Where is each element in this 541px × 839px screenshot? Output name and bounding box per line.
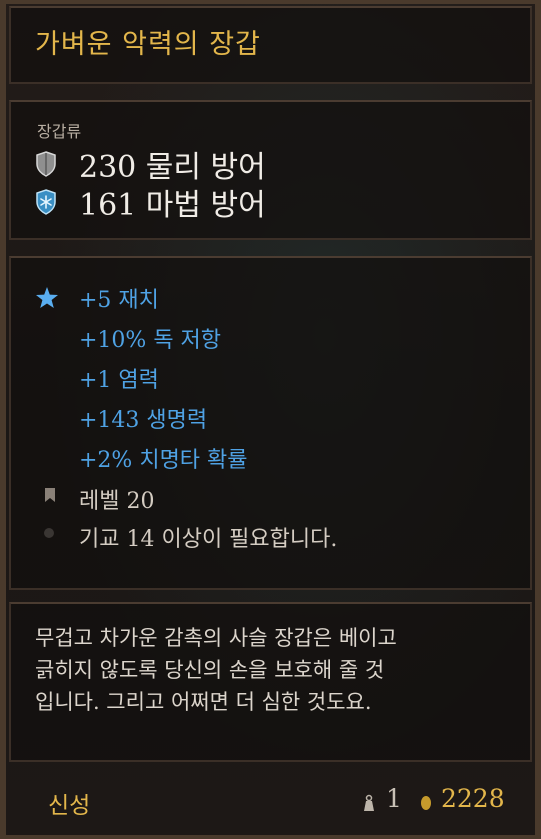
snowflake-shield-icon bbox=[36, 189, 56, 215]
item-category: 장갑류 bbox=[37, 122, 82, 141]
description-line: 입니다. 그리고 어쩌면 더 심한 것도요. bbox=[35, 690, 372, 714]
modifiers-panel: +5 재치 +10% 독 저항 +1 염력 +143 생명력 +2% 치명타 확… bbox=[9, 256, 532, 590]
star-icon bbox=[36, 287, 58, 308]
item-weight: 1 bbox=[386, 784, 402, 813]
item-description: 무겁고 차가운 감촉의 사슬 장갑은 베이고 긁히지 않도록 당신의 손을 보호… bbox=[35, 622, 516, 718]
armor-panel: 장갑류 230 물리 방어 161 마법 방어 bbox=[9, 100, 532, 240]
tooltip-footer: 신성 1 2228 bbox=[0, 770, 541, 832]
weight-icon bbox=[364, 794, 374, 811]
title-panel: 가벼운 악력의 장갑 bbox=[9, 6, 532, 84]
coin-icon bbox=[421, 796, 431, 810]
description-line: 무겁고 차가운 감촉의 사슬 장갑은 베이고 bbox=[35, 626, 397, 650]
description-panel: 무겁고 차가운 감촉의 사슬 장갑은 베이고 긁히지 않도록 당신의 손을 보호… bbox=[9, 602, 532, 762]
item-rarity: 신성 bbox=[48, 793, 91, 819]
description-line: 긁히지 않도록 당신의 손을 보호해 줄 것 bbox=[35, 658, 385, 682]
physical-armor-row: 230 물리 방어 bbox=[35, 146, 266, 185]
modifier-5: +2% 치명타 확률 bbox=[79, 448, 248, 473]
bookmark-icon bbox=[45, 488, 55, 502]
item-tooltip: 가벼운 악력의 장갑 장갑류 230 물리 방어 161 마법 방어 +5 재치… bbox=[0, 0, 541, 839]
modifier-2: +10% 독 저항 bbox=[79, 328, 222, 353]
item-value: 2228 bbox=[441, 784, 505, 813]
attribute-requirement: 기교 14 이상이 필요합니다. bbox=[79, 527, 338, 552]
modifier-4: +143 생명력 bbox=[79, 408, 208, 433]
magic-armor-value: 161 마법 방어 bbox=[79, 188, 266, 223]
level-requirement: 레벨 20 bbox=[79, 489, 155, 514]
requirement-bullet-icon bbox=[44, 528, 54, 538]
magic-armor-row: 161 마법 방어 bbox=[35, 184, 266, 223]
modifier-1: +5 재치 bbox=[79, 288, 159, 313]
modifier-3: +1 염력 bbox=[79, 368, 159, 393]
shield-icon bbox=[36, 151, 56, 177]
item-name: 가벼운 악력의 장갑 bbox=[35, 29, 261, 60]
